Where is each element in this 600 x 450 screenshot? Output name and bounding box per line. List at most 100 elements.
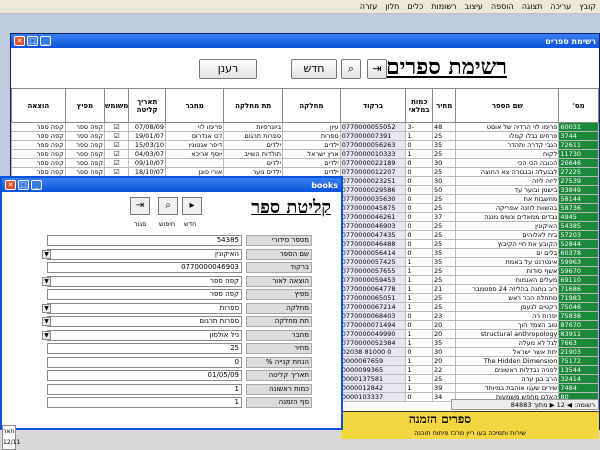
column-header[interactable]: שם הספר <box>455 88 560 123</box>
cell-qty[interactable]: 1 <box>405 302 434 312</box>
new-button[interactable]: חדש <box>291 59 337 79</box>
cell-barcode[interactable]: 0770000012207 <box>339 167 407 177</box>
cell-name[interactable]: טוב הצמד הוך <box>455 320 560 330</box>
field-input[interactable]: 01/05/09 <box>47 370 242 381</box>
cell-qty[interactable]: 1 <box>405 149 434 159</box>
cell-pub[interactable]: קפה ספר <box>11 122 66 132</box>
cell-dept[interactable]: עיון <box>282 122 341 132</box>
cell-name[interactable]: יפרות רה <box>455 311 560 321</box>
cell-barcode[interactable]: 0770000010333 <box>339 149 407 159</box>
cell-price[interactable]: 25 <box>432 230 457 240</box>
menu-item[interactable]: חלון <box>381 0 403 13</box>
cell-barcode[interactable]: 0770000056263 <box>339 140 407 150</box>
dialog-close-button[interactable]: ⇥ <box>130 197 150 215</box>
menu-item[interactable]: קובץ <box>575 0 600 13</box>
cell-name[interactable]: לבגעלה ובגבורה צא החוצה <box>455 167 560 177</box>
menu-item[interactable]: תצוגה <box>518 0 547 13</box>
field-input[interactable]: 1 <box>47 383 242 395</box>
cell-id[interactable]: 75046 <box>558 302 599 312</box>
close-icon[interactable]: ✕ <box>14 36 25 46</box>
cell-price[interactable]: 23 <box>432 311 457 321</box>
cell-name[interactable]: בישמן ובוער עד <box>455 185 560 195</box>
field-input[interactable]: 0770000046903 <box>47 262 242 273</box>
menu-item[interactable]: עריכה <box>546 0 575 13</box>
cell-id[interactable]: 60378 <box>558 248 599 258</box>
cell-id[interactable]: 33849 <box>558 185 599 195</box>
cell-price[interactable]: 25 <box>432 293 457 303</box>
cell-sub[interactable]: ילדים <box>223 158 284 168</box>
chevron-down-icon[interactable]: ▼ <box>42 330 51 340</box>
cell-name[interactable]: יחת אשר ישראל <box>455 347 560 357</box>
cell-qty[interactable]: 0 <box>405 140 434 150</box>
cell-price[interactable]: 25 <box>432 149 457 159</box>
cell-price[interactable]: 25 <box>432 374 457 384</box>
cell-dist[interactable]: קפה ספר <box>64 122 106 132</box>
cell-barcode[interactable]: 0770000064778 <box>339 284 407 294</box>
dialog-close-icon[interactable]: ✕ <box>5 180 16 190</box>
cell-id[interactable]: 58144 <box>558 194 599 204</box>
cell-id[interactable]: 26646 <box>558 158 599 168</box>
dialog-new-button[interactable]: ▸ <box>182 197 202 215</box>
cell-id[interactable]: 75838 <box>558 311 599 321</box>
menu-item[interactable]: הוספה <box>487 0 518 13</box>
maximize-icon[interactable]: □ <box>27 36 38 46</box>
cell-price[interactable]: 25 <box>432 239 457 249</box>
cell-qty[interactable]: 0 <box>405 212 434 222</box>
cell-barcode[interactable]: 0770000047435 <box>339 230 407 240</box>
nav-prev-icon[interactable]: ◀ <box>567 401 572 409</box>
cell-price[interactable]: 35 <box>432 248 457 258</box>
cell-id[interactable]: 59670 <box>558 266 599 276</box>
cell-dept[interactable]: ילדים <box>282 158 341 168</box>
cell-barcode[interactable]: 0 81000 02038 <box>339 347 407 357</box>
table-row[interactable]: 60031 פרימו לוי הרדיה של אוסט 48 -3 07700000… <box>11 122 599 132</box>
cell-price[interactable]: 25 <box>432 194 457 204</box>
cell-barcode[interactable]: 0770000065051 <box>339 293 407 303</box>
cell-barcode[interactable]: 0770000057425 <box>339 257 407 267</box>
chevron-down-icon[interactable]: ▼ <box>42 249 51 259</box>
cell-sub[interactable]: ביוגרפיות <box>223 122 284 132</box>
cell-id[interactable]: 32414 <box>558 374 599 384</box>
cell-barcode[interactable]: 0770000052384 <box>339 338 407 348</box>
cell-pub[interactable]: קפה ספר <box>11 149 66 159</box>
cell-barcode[interactable]: 0770000023251 <box>339 176 407 186</box>
cell-id[interactable]: 21903 <box>558 347 599 357</box>
cell-price[interactable]: 22 <box>432 365 457 375</box>
menu-item[interactable]: עיצוב <box>461 0 487 13</box>
cell-id[interactable]: 54385 <box>558 221 599 231</box>
column-header[interactable]: מחלקה <box>282 88 341 123</box>
search-button[interactable]: ⌕ <box>341 59 361 79</box>
dialog-search-button[interactable]: ⌕ <box>158 197 178 215</box>
cell-qty[interactable]: 0 <box>405 185 434 195</box>
cell-name[interactable]: בהשוות לוזנה אפריקה <box>455 203 560 213</box>
cell-barcode[interactable]: 0770000068403 <box>339 311 407 321</box>
cell-qty[interactable]: 1 <box>405 356 434 366</box>
cell-qty[interactable]: 0 <box>405 239 434 249</box>
cell-name[interactable]: מעלים האגמות <box>455 275 560 285</box>
column-header[interactable]: מס' <box>558 88 599 123</box>
cell-dept[interactable]: ספרות <box>282 131 341 141</box>
cell-barcode[interactable]: 0770000056414 <box>339 248 407 258</box>
used-checkbox[interactable]: ☑ <box>104 131 130 141</box>
cell-name[interactable]: רקטים לגעמן <box>455 302 560 312</box>
cell-date[interactable]: 09/10/07 <box>128 158 167 168</box>
field-input[interactable]: קפה ספר <box>47 289 242 300</box>
cell-name[interactable]: גבדים ממאדים ונשים מנגה <box>455 212 560 222</box>
cell-qty[interactable]: 0 <box>405 158 434 168</box>
cell-pub[interactable]: קפה ספר <box>11 131 66 141</box>
cell-qty[interactable]: 0 <box>405 194 434 204</box>
cell-barcode[interactable]: 0770000022189 <box>339 158 407 168</box>
table-row[interactable]: 11730 לקוח 25 1 0770000010333 ארץ ישראל תולדות… <box>11 149 599 159</box>
column-header[interactable]: ברקוד <box>339 88 407 123</box>
cell-price[interactable]: 50 <box>432 185 457 195</box>
cell-id[interactable]: 72611 <box>558 140 599 150</box>
cell-name[interactable]: לקוח <box>455 149 560 159</box>
cell-qty[interactable]: 0 <box>405 221 434 231</box>
column-header[interactable]: תאריך קליטה <box>128 88 167 123</box>
field-input[interactable]: 1 <box>47 397 242 408</box>
cell-qty[interactable]: 1 <box>405 329 434 339</box>
cell-price[interactable]: 25 <box>432 302 457 312</box>
field-input[interactable]: 0 <box>47 356 242 368</box>
menu-item[interactable]: רשומות <box>427 0 460 13</box>
cell-name[interactable]: הנבי קדרה ותהדר <box>455 140 560 150</box>
field-input[interactable]: קפה ספר <box>47 275 242 287</box>
